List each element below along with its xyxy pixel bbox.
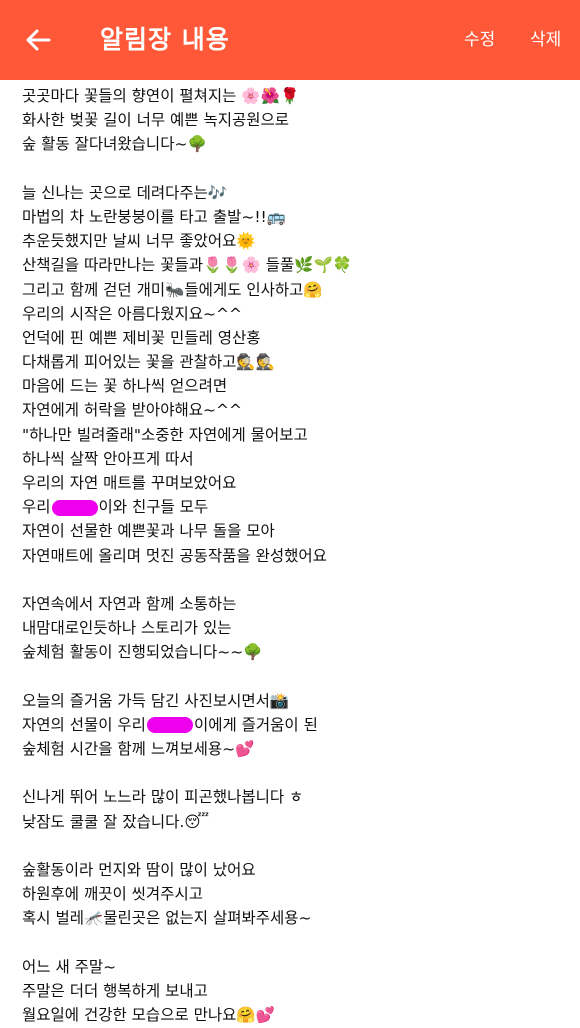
post-body: 곳곳마다 꽃들의 향연이 펼쳐지는 🌸🌺🌹 화사한 벚꽃 길이 너무 예쁜 녹지공…	[22, 84, 562, 1027]
post-line: 산책길을 따라만나는 꽃들과🌷🌷🌸 들풀🌿🌱🍀	[22, 256, 353, 275]
post-line: 다채롭게 피어있는 꽃을 관찰하고🕵️🕵️	[22, 353, 276, 372]
post-line: 하원후에 깨끗이 씻겨주시고	[22, 885, 203, 904]
arrow-left-icon	[26, 29, 51, 51]
redaction-mark	[51, 499, 98, 516]
post-line: 숲 활동 잘다녀왔습니다~🌳	[22, 135, 207, 154]
post-line: 숲체험 시간을 함께 느껴보세용~💕	[22, 740, 255, 759]
page-title: 알림장 내용	[100, 25, 230, 54]
post-line: 신나게 뛰어 노느라 많이 피곤했나봅니다 ㅎ	[22, 788, 304, 807]
post-line: 혹시 벌레🦟물린곳은 없는지 살펴봐주세용~	[22, 909, 312, 928]
post-line: 월요일에 건강한 모습으로 만나요🤗💕	[22, 1006, 276, 1025]
post-line: 어느 새 주말~	[22, 957, 117, 976]
app-bar: 알림장 내용 수정 삭제	[0, 0, 580, 80]
post-line: 주말은 더더 행복하게 보내고	[22, 981, 208, 1000]
post-line: 내맘대로인듯하나 스토리가 있는	[22, 619, 232, 638]
edit-button[interactable]: 수정	[464, 28, 495, 52]
post-line: 곳곳마다 꽃들의 향연이 펼쳐지는 🌸🌺🌹	[22, 87, 300, 105]
post-line: 자연이 선물한 예쁜꽃과 나무 돌을 모아	[22, 522, 275, 541]
post-line: 우리 이와 친구들 모두	[22, 498, 209, 517]
post-line: 자연에게 허락을 받아야해요~^^	[22, 401, 242, 420]
delete-button[interactable]: 삭제	[530, 28, 561, 52]
post-line: 늘 신나는 곳으로 데려다주는🎶	[22, 183, 228, 202]
post-line: 언덕에 핀 예쁜 제비꽃 민들레 영산홍	[22, 328, 261, 347]
post-line: 마법의 차 노란붕붕이를 타고 출발~!!🚌	[22, 207, 287, 226]
post-line: 마음에 드는 꽃 하나씩 얻으려면	[22, 377, 228, 396]
back-button[interactable]	[18, 20, 58, 60]
post-line: 하나씩 살짝 안아프게 따서	[22, 449, 194, 468]
post-line: 오늘의 즐거움 가득 담긴 사진보시면서📸	[22, 691, 290, 710]
post-line: 숲체험 활동이 진행되었습니다~~🌳	[22, 643, 263, 662]
post-line: 숲활동이라 먼지와 땀이 많이 났어요	[22, 861, 256, 879]
post-line: 자연매트에 올리며 멋진 공동작품을 완성했어요	[22, 546, 327, 565]
post-line: 추운듯했지만 날씨 너무 좋았어요🌞	[22, 232, 256, 251]
post-line: 화사한 벚꽃 길이 너무 예쁜 녹지공원으로	[22, 111, 290, 130]
post-line: 그리고 함께 걷던 개미🐜들에게도 인사하고🤗	[22, 280, 323, 299]
post-line: "하나만 빌려줄래"소중한 자연에게 물어보고	[22, 425, 308, 444]
post-line: 우리의 시작은 아름다웠지요~^^	[22, 304, 242, 323]
post-line: 자연속에서 자연과 함께 소통하는	[22, 594, 237, 613]
post-line: 자연의 선물이 우리 이에게 즐거움이 된	[22, 715, 318, 734]
post-line: 우리의 자연 매트를 꾸며보았어요	[22, 474, 237, 492]
redaction-mark	[146, 717, 193, 734]
post-line: 낮잠도 쿨쿨 잘 잤습니다.😴	[22, 812, 210, 831]
